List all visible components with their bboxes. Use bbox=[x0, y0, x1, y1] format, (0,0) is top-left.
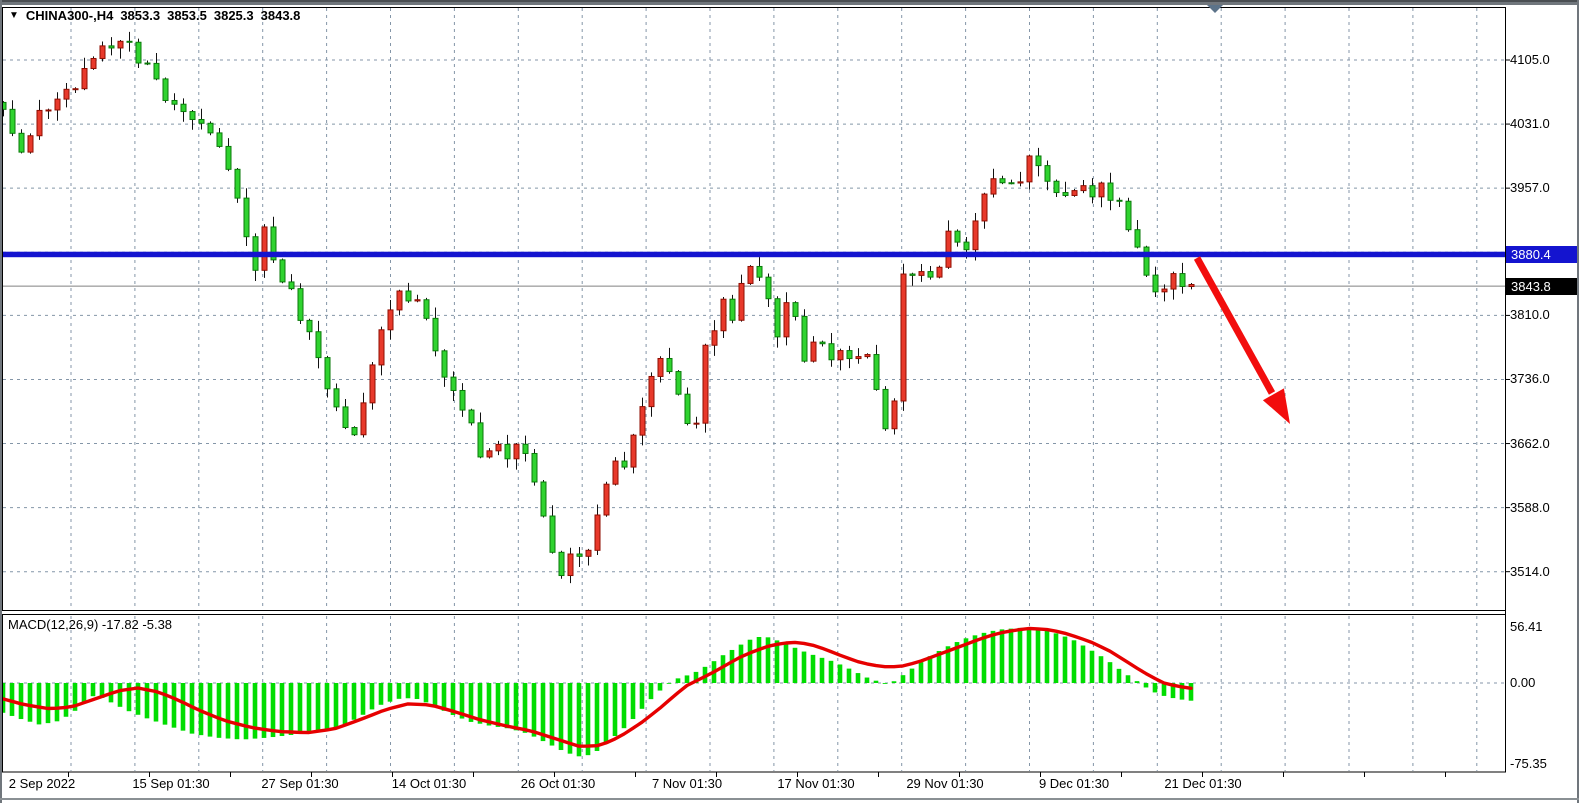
macd-indicator-label: MACD(12,26,9) -17.82 -5.38 bbox=[8, 617, 172, 632]
price-axis-label: 3957.0 bbox=[1510, 180, 1550, 195]
horizontal-line-object[interactable] bbox=[3, 252, 1505, 257]
ohlc-low: 3825.3 bbox=[214, 8, 254, 23]
panel-borders bbox=[3, 8, 1506, 773]
time-axis-label: 9 Dec 01:30 bbox=[1039, 776, 1109, 791]
time-axis-label: 15 Sep 01:30 bbox=[132, 776, 209, 791]
price-axis-label: 4105.0 bbox=[1510, 52, 1550, 67]
macd-scale-min: -75.35 bbox=[1510, 756, 1547, 771]
symbol-menu-icon[interactable]: ▼ bbox=[9, 11, 19, 21]
price-axis-label: 3662.0 bbox=[1510, 436, 1550, 451]
chart-title-bar: ▼ CHINA300-,H4 3853.3 3853.5 3825.3 3843.8 bbox=[9, 8, 300, 23]
ohlc-close: 3843.8 bbox=[261, 8, 301, 23]
time-axis-label: 29 Nov 01:30 bbox=[906, 776, 983, 791]
ohlc-open: 3853.3 bbox=[120, 8, 160, 23]
chart-canvas[interactable] bbox=[0, 0, 1579, 803]
price-axis-label: 3514.0 bbox=[1510, 564, 1550, 579]
price-axis-label: 3736.0 bbox=[1510, 371, 1550, 386]
ohlc-high: 3853.5 bbox=[167, 8, 207, 23]
candlesticks bbox=[1, 32, 1194, 583]
macd-scale-max: 56.41 bbox=[1510, 619, 1543, 634]
price-axis-label: 4031.0 bbox=[1510, 116, 1550, 131]
time-axis-label: 14 Oct 01:30 bbox=[392, 776, 466, 791]
macd-histogram bbox=[1, 628, 1194, 757]
macd-scale-zero: 0.00 bbox=[1510, 675, 1535, 690]
grid-lines bbox=[3, 8, 1505, 771]
chart-symbol-period: CHINA300-,H4 bbox=[26, 8, 113, 23]
time-axis-label: 21 Dec 01:30 bbox=[1164, 776, 1241, 791]
price-axis-label: 3810.0 bbox=[1510, 307, 1550, 322]
current-price-tag: 3843.8 bbox=[1506, 278, 1577, 295]
ohlc-values: 3853.3 3853.5 3825.3 3843.8 bbox=[120, 8, 300, 23]
price-axis-label: 3588.0 bbox=[1510, 500, 1550, 515]
chart-shift-marker[interactable] bbox=[1207, 5, 1223, 13]
time-axis-label: 26 Oct 01:30 bbox=[521, 776, 595, 791]
hline-price-tag: 3880.4 bbox=[1506, 246, 1577, 263]
time-axis-label: 17 Nov 01:30 bbox=[777, 776, 854, 791]
chart-window: ▼ CHINA300-,H4 3853.33853.53825.33843.8 … bbox=[0, 0, 1579, 803]
axis-ticks bbox=[69, 60, 1511, 777]
time-axis-label: 7 Nov 01:30 bbox=[652, 776, 722, 791]
time-axis-label: 2 Sep 2022 bbox=[9, 776, 76, 791]
time-axis-label: 27 Sep 01:30 bbox=[261, 776, 338, 791]
trend-arrow-object[interactable] bbox=[1197, 258, 1290, 424]
